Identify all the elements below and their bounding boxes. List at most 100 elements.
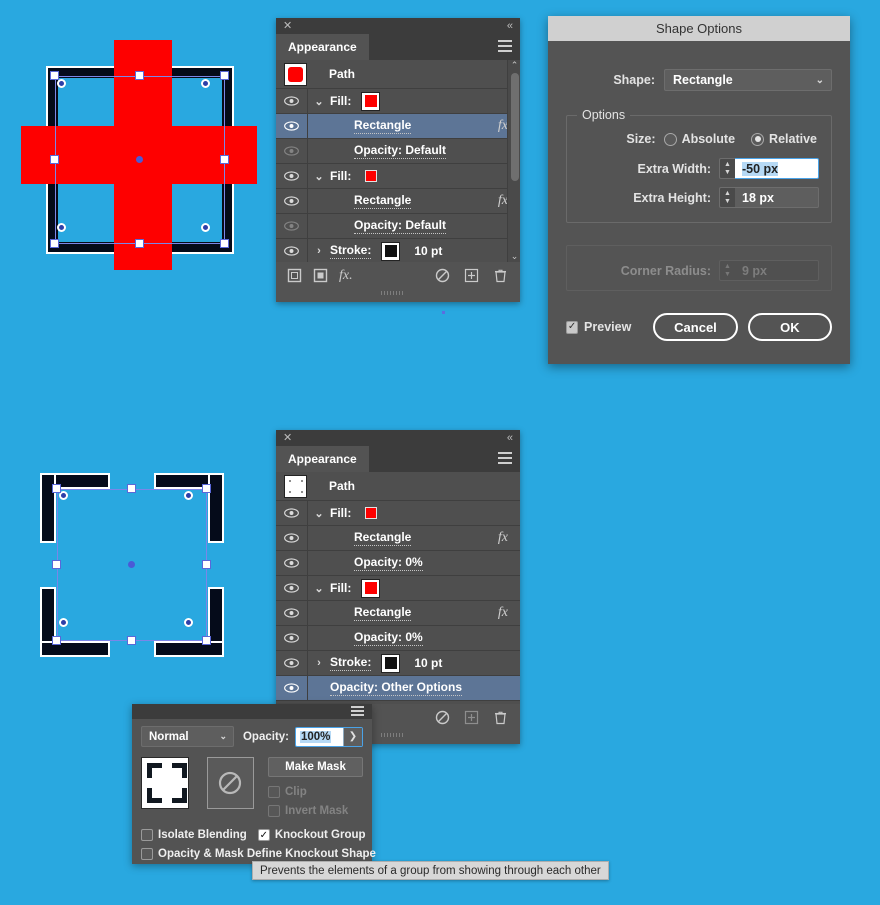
visibility-toggle[interactable] xyxy=(276,239,308,263)
path-anchor-point[interactable] xyxy=(59,618,68,627)
add-new-fill-icon[interactable] xyxy=(313,268,328,283)
transform-handle[interactable] xyxy=(135,71,144,80)
scroll-up-icon[interactable]: ⌃ xyxy=(508,60,521,71)
artwork-thumbnail[interactable] xyxy=(141,757,189,809)
fill-color-swatch[interactable] xyxy=(361,91,381,111)
visibility-toggle[interactable] xyxy=(276,114,308,138)
appearance-row-fill[interactable]: ⌄ Fill: xyxy=(276,164,520,189)
transform-handle[interactable] xyxy=(202,560,211,569)
panel-resize-grip[interactable] xyxy=(381,724,415,737)
disclosure-triangle[interactable]: ⌄ xyxy=(308,582,330,595)
path-anchor-point[interactable] xyxy=(57,79,66,88)
chevron-right-icon[interactable]: ❯ xyxy=(343,727,362,746)
opacity-mask-knockout-checkbox[interactable] xyxy=(141,848,153,860)
appearance-row-fill[interactable]: ⌄ Fill: xyxy=(276,501,520,526)
appearance-row-fill[interactable]: ⌄ Fill: xyxy=(276,89,520,114)
isolate-blending-checkbox[interactable] xyxy=(141,829,153,841)
transform-handle[interactable] xyxy=(202,636,211,645)
panel-resize-grip[interactable] xyxy=(381,282,415,295)
shape-select[interactable]: Rectangle ⌄ xyxy=(664,69,832,91)
cancel-button[interactable]: Cancel xyxy=(653,313,738,341)
fill-color-swatch[interactable] xyxy=(361,578,381,598)
appearance-row-effect-rectangle[interactable]: Rectangle fx xyxy=(276,114,520,139)
fill-color-swatch[interactable] xyxy=(361,166,381,186)
visibility-toggle[interactable] xyxy=(276,651,308,675)
visibility-toggle[interactable] xyxy=(276,164,308,188)
fill-color-swatch[interactable] xyxy=(361,503,381,523)
row-label[interactable]: Stroke: xyxy=(330,655,372,671)
panel-menu-icon[interactable] xyxy=(498,452,512,465)
duplicate-item-icon[interactable] xyxy=(464,268,479,283)
ok-button[interactable]: OK xyxy=(747,313,832,341)
extra-height-stepper[interactable]: ▲ ▼ xyxy=(719,187,735,208)
visibility-toggle[interactable] xyxy=(276,551,308,575)
knockout-group-checkbox[interactable]: ✓ xyxy=(257,829,270,841)
row-label[interactable]: Opacity: Default xyxy=(354,218,447,234)
appearance-panel-bottom[interactable]: ✕ « Appearance Path ⌄ Fill: Rectangle fx… xyxy=(276,430,520,744)
row-label[interactable]: Stroke: xyxy=(330,243,372,259)
path-anchor-point[interactable] xyxy=(184,618,193,627)
visibility-toggle[interactable] xyxy=(276,601,308,625)
stroke-weight-value[interactable]: 10 pt xyxy=(414,244,442,258)
clear-appearance-icon[interactable] xyxy=(435,710,450,725)
knockout-group-label[interactable]: Knockout Group xyxy=(275,829,366,841)
panel-menu-icon[interactable] xyxy=(498,40,512,53)
collapse-icon[interactable]: « xyxy=(507,432,513,444)
appearance-row-opacity[interactable]: Opacity: 0% xyxy=(276,626,520,651)
path-anchor-point[interactable] xyxy=(57,223,66,232)
size-relative-label[interactable]: Relative xyxy=(769,132,817,146)
row-label[interactable]: Rectangle xyxy=(354,530,412,546)
transform-handle[interactable] xyxy=(220,239,229,248)
appearance-row-fill[interactable]: ⌄ Fill: xyxy=(276,576,520,601)
transform-handle[interactable] xyxy=(50,155,59,164)
path-anchor-point[interactable] xyxy=(201,79,210,88)
delete-item-icon[interactable] xyxy=(493,268,508,283)
transform-handle[interactable] xyxy=(220,155,229,164)
transform-handle[interactable] xyxy=(135,239,144,248)
collapse-icon[interactable]: « xyxy=(507,20,513,32)
visibility-toggle[interactable] xyxy=(276,626,308,650)
stroke-weight-value[interactable]: 10 pt xyxy=(414,656,442,670)
disclosure-triangle[interactable]: ⌄ xyxy=(308,507,330,520)
opacity-input[interactable]: 100% ❯ xyxy=(295,726,363,747)
path-anchor-point[interactable] xyxy=(201,223,210,232)
visibility-toggle[interactable] xyxy=(276,189,308,213)
isolate-blending-label[interactable]: Isolate Blending xyxy=(158,829,247,841)
tab-appearance[interactable]: Appearance xyxy=(276,34,369,60)
transform-handle[interactable] xyxy=(52,636,61,645)
visibility-toggle[interactable] xyxy=(276,89,308,113)
visibility-toggle[interactable] xyxy=(276,576,308,600)
appearance-row-opacity-other-options[interactable]: Opacity: Other Options xyxy=(276,676,520,701)
visibility-toggle[interactable] xyxy=(276,526,308,550)
appearance-row-effect-rectangle[interactable]: Rectangle fx xyxy=(276,526,520,551)
radio-size-relative[interactable] xyxy=(751,132,765,146)
disclosure-triangle[interactable]: › xyxy=(308,657,330,669)
shape-options-dialog[interactable]: Shape Options Shape: Rectangle ⌄ Options… xyxy=(548,16,850,364)
disclosure-triangle[interactable]: › xyxy=(308,245,330,257)
row-label[interactable]: Opacity: 0% xyxy=(354,630,423,646)
add-new-effect-icon[interactable]: fx. xyxy=(339,268,354,283)
radio-size-absolute[interactable] xyxy=(663,132,677,146)
stroke-color-swatch[interactable] xyxy=(381,241,401,261)
appearance-row-effect-rectangle[interactable]: Rectangle fx xyxy=(276,601,520,626)
row-label[interactable]: Rectangle xyxy=(354,118,412,134)
tab-appearance[interactable]: Appearance xyxy=(276,446,369,472)
preview-label[interactable]: Preview xyxy=(584,320,631,334)
disclosure-triangle[interactable]: ⌄ xyxy=(308,170,330,183)
transparency-panel[interactable]: Normal ⌄ Opacity: 100% ❯ Make Mask Clip … xyxy=(132,704,376,864)
appearance-row-effect-rectangle[interactable]: Rectangle fx xyxy=(276,189,520,214)
stroke-color-swatch[interactable] xyxy=(381,653,401,673)
transform-handle[interactable] xyxy=(127,636,136,645)
appearance-path-row[interactable]: Path xyxy=(276,60,520,89)
appearance-row-opacity[interactable]: Opacity: Default xyxy=(276,214,520,239)
delete-item-icon[interactable] xyxy=(493,710,508,725)
clear-appearance-icon[interactable] xyxy=(435,268,450,283)
close-icon[interactable]: ✕ xyxy=(283,20,292,32)
transform-handle[interactable] xyxy=(127,484,136,493)
appearance-row-opacity[interactable]: Opacity: 0% xyxy=(276,551,520,576)
make-mask-button[interactable]: Make Mask xyxy=(268,757,363,777)
row-label[interactable]: Opacity: Other Options xyxy=(330,680,463,696)
transform-handle[interactable] xyxy=(202,484,211,493)
appearance-row-stroke[interactable]: › Stroke: 10 pt xyxy=(276,651,520,676)
visibility-toggle[interactable] xyxy=(276,676,308,700)
